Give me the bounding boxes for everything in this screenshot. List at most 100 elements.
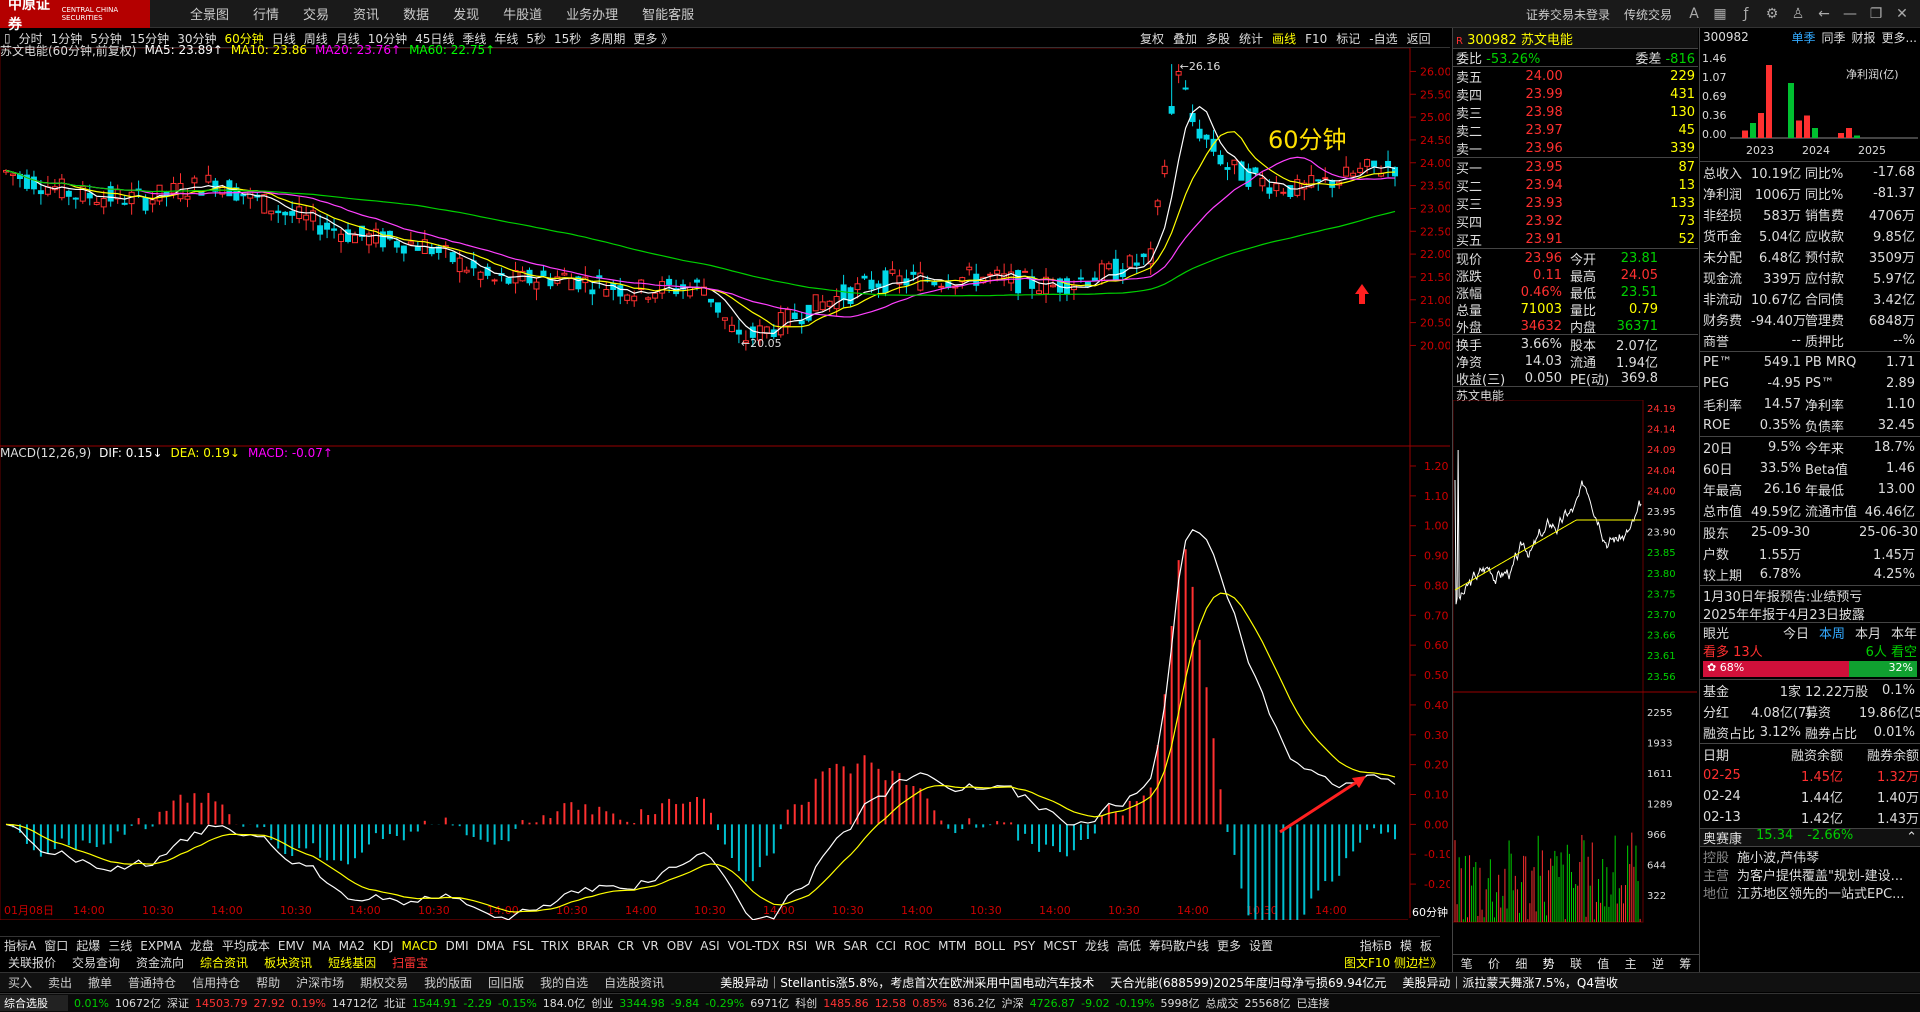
minimize-icon[interactable]: — xyxy=(1842,6,1858,22)
indicator-7[interactable]: EMV xyxy=(278,939,304,953)
menu-item-2[interactable]: 交易 xyxy=(303,4,329,23)
indicator-35[interactable]: 设置 xyxy=(1249,937,1273,954)
notice-2[interactable]: 2025年年报于4月23日披露 xyxy=(1700,604,1920,623)
indicator-15[interactable]: TRIX xyxy=(541,939,568,953)
indicator-24[interactable]: SAR xyxy=(843,939,867,953)
tab-zhu[interactable]: 主 xyxy=(1617,955,1644,972)
tool-7[interactable]: -自选 xyxy=(1369,30,1397,47)
trade-login-status[interactable]: 证券交易未登录 xyxy=(1526,6,1610,23)
subtab-4[interactable]: 板块资讯 xyxy=(264,954,312,971)
tab-lian[interactable]: 联 xyxy=(1562,955,1589,972)
toolbar-item-7[interactable]: 期权交易 xyxy=(360,974,408,991)
font-size-icon[interactable]: A xyxy=(1686,6,1702,22)
bid-5[interactable]: 买五 23.91 52 xyxy=(1453,230,1698,249)
indicator-18[interactable]: VR xyxy=(642,939,659,953)
formula-icon[interactable]: ƒ xyxy=(1738,6,1754,22)
tool-3[interactable]: 统计 xyxy=(1239,30,1263,47)
tool-8[interactable]: 返回 xyxy=(1407,30,1431,47)
ask-2[interactable]: 卖二 23.97 45 xyxy=(1453,121,1698,140)
news-item-1[interactable]: 天合光能(688599)2025年度归母净亏损69.94亿元 xyxy=(1110,974,1386,991)
indicator-12[interactable]: DMI xyxy=(445,939,468,953)
indicator-14[interactable]: FSL xyxy=(512,939,533,953)
indicator-27[interactable]: MTM xyxy=(938,939,966,953)
menu-item-4[interactable]: 数据 xyxy=(403,4,429,23)
tab-chou[interactable]: 筹 xyxy=(1672,955,1699,972)
indicator-right-0[interactable]: 指标B xyxy=(1360,937,1392,954)
indicator-21[interactable]: VOL-TDX xyxy=(728,939,780,953)
tab-shi[interactable]: 势 xyxy=(1535,955,1562,972)
toolbar-item-2[interactable]: 撤单 xyxy=(88,974,112,991)
toolbar-item-10[interactable]: 我的自选 xyxy=(540,974,588,991)
period-13[interactable]: 5秒 xyxy=(526,30,546,47)
news-item-2[interactable]: 美股异动｜派拉蒙天舞涨7.5%，Q4营收 xyxy=(1402,974,1618,991)
ask-1[interactable]: 卖一 23.96 339 xyxy=(1453,139,1698,158)
indicator-17[interactable]: CR xyxy=(618,939,635,953)
indicator-26[interactable]: ROC xyxy=(904,939,930,953)
subtab-1[interactable]: 交易查询 xyxy=(72,954,120,971)
indicator-right-1[interactable]: 模 xyxy=(1400,937,1412,954)
bid-1[interactable]: 买一 23.95 87 xyxy=(1453,158,1698,177)
menu-item-8[interactable]: 智能客服 xyxy=(642,4,694,23)
gear-icon[interactable]: ⚙ xyxy=(1764,6,1780,22)
bid-2[interactable]: 买二 23.94 13 xyxy=(1453,176,1698,195)
toolbar-item-1[interactable]: 卖出 xyxy=(48,974,72,991)
indicator-13[interactable]: DMA xyxy=(477,939,505,953)
subtab-right[interactable]: 图文F10 侧边栏》 xyxy=(1344,954,1442,971)
grid-icon[interactable]: ▦ xyxy=(1712,6,1728,22)
indicator-25[interactable]: CCI xyxy=(876,939,896,953)
menu-item-0[interactable]: 全景图 xyxy=(190,4,229,23)
menu-item-6[interactable]: 牛股道 xyxy=(503,4,542,23)
tab-bi[interactable]: 笔 xyxy=(1453,955,1480,972)
kline-chart[interactable]: 26.00 25.50 25.00 24.50 24.00 23.50 23.00 22.50… xyxy=(0,47,1452,943)
back-icon[interactable]: ← xyxy=(1816,6,1832,22)
indicator-right-2[interactable]: 板 xyxy=(1420,937,1432,954)
indicator-3[interactable]: 三线 xyxy=(108,937,132,954)
toolbar-item-11[interactable]: 自选股资讯 xyxy=(604,974,664,991)
indicator-1[interactable]: 窗口 xyxy=(44,937,68,954)
tab-zhi[interactable]: 值 xyxy=(1590,955,1617,972)
bid-4[interactable]: 买四 23.92 73 xyxy=(1453,212,1698,231)
peer-row[interactable]: 奥赛康 15.34 -2.66% ⌃ xyxy=(1700,828,1920,847)
indicator-0[interactable]: 指标A xyxy=(4,937,36,954)
ask-4[interactable]: 卖四 23.99 431 xyxy=(1453,85,1698,104)
indicator-28[interactable]: BOLL xyxy=(974,939,1005,953)
tab-jia[interactable]: 价 xyxy=(1480,955,1507,972)
indicator-19[interactable]: OBV xyxy=(667,939,693,953)
status-item-0[interactable]: 综合选股 xyxy=(0,995,68,1011)
period-14[interactable]: 15秒 xyxy=(554,30,581,47)
indicator-22[interactable]: RSI xyxy=(788,939,808,953)
tool-0[interactable]: 复权 xyxy=(1140,30,1164,47)
intraday-mini-chart[interactable]: 24.19 24.14 24.09 24.04 24.00 23.95 23.90 23.85… xyxy=(1452,399,1697,930)
sentiment-tab-2[interactable]: 本月 xyxy=(1855,627,1881,642)
fin-tab-0[interactable]: 单季 xyxy=(1792,31,1816,45)
peer-arrow-icon[interactable]: ⌃ xyxy=(1906,830,1917,845)
period-15[interactable]: 多周期 xyxy=(589,30,625,47)
subtab-5[interactable]: 短线基因 xyxy=(328,954,376,971)
indicator-20[interactable]: ASI xyxy=(700,939,719,953)
classic-trade-button[interactable]: 传统交易 xyxy=(1624,6,1672,23)
sentiment-tab-1[interactable]: 本周 xyxy=(1819,627,1845,642)
tool-4[interactable]: 画线 xyxy=(1272,30,1296,47)
period-16[interactable]: 更多 》 xyxy=(633,30,673,47)
indicator-2[interactable]: 起爆 xyxy=(76,937,100,954)
tool-5[interactable]: F10 xyxy=(1305,32,1327,46)
toolbar-item-5[interactable]: 帮助 xyxy=(256,974,280,991)
toolbar-item-4[interactable]: 信用持仓 xyxy=(192,974,240,991)
fin-tab-3[interactable]: 更多... xyxy=(1882,31,1917,45)
indicator-16[interactable]: BRAR xyxy=(577,939,610,953)
menu-item-7[interactable]: 业务办理 xyxy=(566,4,618,23)
toolbar-item-9[interactable]: 回旧版 xyxy=(488,974,524,991)
indicator-34[interactable]: 更多 xyxy=(1217,937,1241,954)
menu-item-1[interactable]: 行情 xyxy=(253,4,279,23)
tab-xi[interactable]: 细 xyxy=(1508,955,1535,972)
shirt-icon[interactable]: ♙ xyxy=(1790,6,1806,22)
subtab-2[interactable]: 资金流向 xyxy=(136,954,184,971)
indicator-4[interactable]: EXPMA xyxy=(140,939,182,953)
tool-2[interactable]: 多股 xyxy=(1206,30,1230,47)
notice-1[interactable]: 1月30日年报预告:业绩预亏 xyxy=(1700,586,1920,605)
subtab-6[interactable]: 扫雷宝 xyxy=(392,954,428,971)
fin-tab-2[interactable]: 财报 xyxy=(1852,31,1876,45)
ask-5[interactable]: 卖五 24.00 229 xyxy=(1453,67,1698,86)
indicator-31[interactable]: 龙线 xyxy=(1085,937,1109,954)
ask-3[interactable]: 卖三 23.98 130 xyxy=(1453,103,1698,122)
